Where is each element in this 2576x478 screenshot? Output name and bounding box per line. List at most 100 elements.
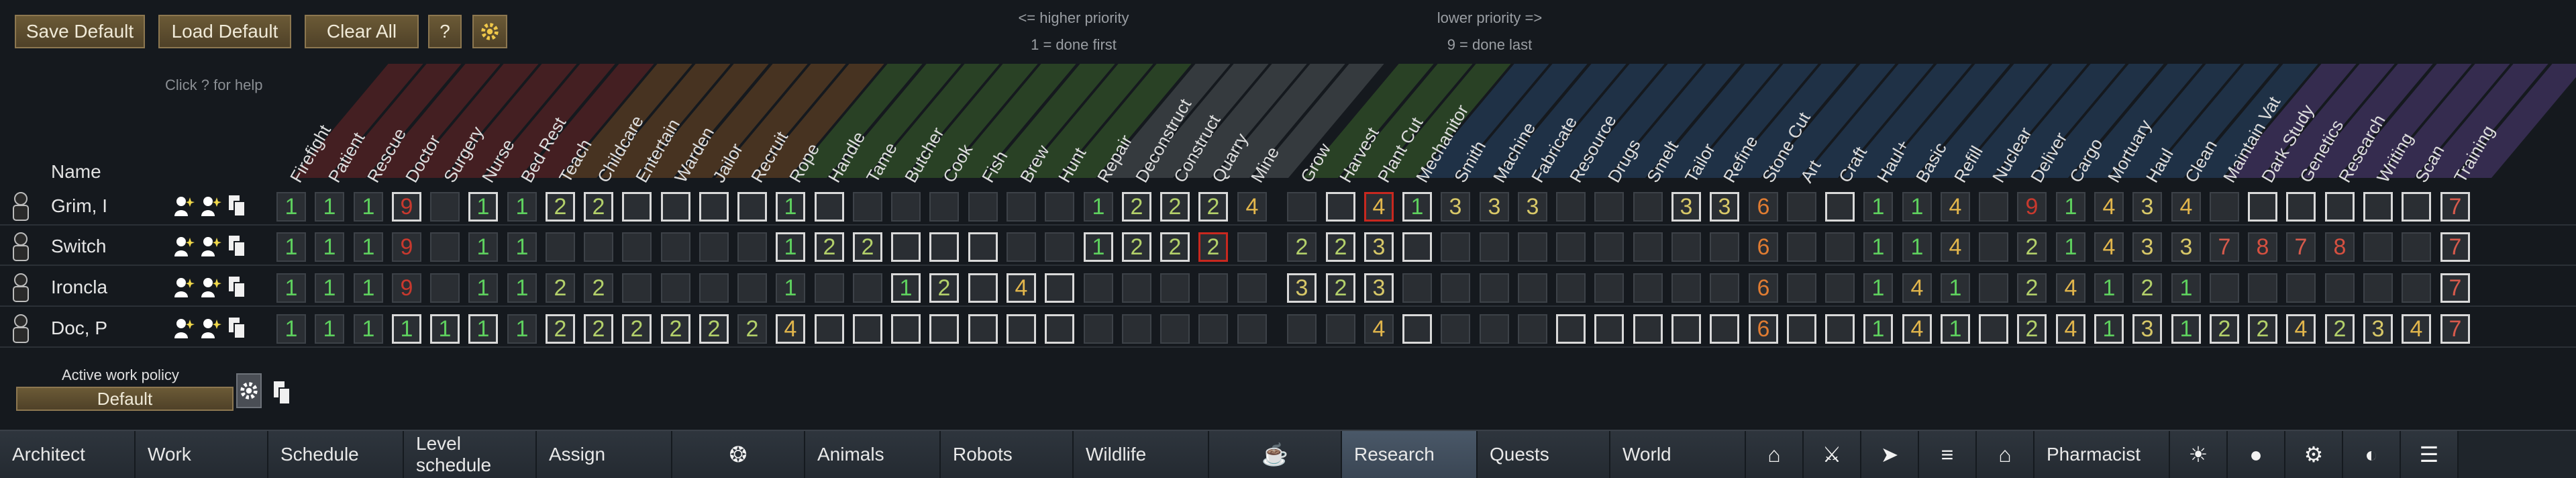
work-priority-cell[interactable] xyxy=(737,232,767,262)
copy-policy-icon[interactable] xyxy=(272,380,293,407)
work-priority-cell[interactable]: 2 xyxy=(1198,192,1228,222)
work-priority-cell[interactable]: 1 xyxy=(276,192,306,222)
assign-pawn-icon[interactable] xyxy=(173,235,195,258)
work-priority-cell[interactable] xyxy=(2363,232,2393,262)
copy-icon[interactable] xyxy=(228,276,250,299)
tab-world[interactable]: World xyxy=(1610,431,1746,478)
work-priority-cell[interactable]: 1 xyxy=(276,273,306,303)
work-priority-cell[interactable]: 4 xyxy=(2094,232,2124,262)
tab-animals[interactable]: Animals xyxy=(805,431,941,478)
work-priority-cell[interactable] xyxy=(891,314,921,344)
work-priority-cell[interactable]: 2 xyxy=(815,232,844,262)
work-priority-cell[interactable]: 3 xyxy=(2132,314,2162,344)
work-priority-cell[interactable] xyxy=(1518,232,1547,262)
work-priority-cell[interactable]: 3 xyxy=(2171,232,2201,262)
work-priority-cell[interactable]: 7 xyxy=(2440,192,2470,222)
work-priority-cell[interactable]: 2 xyxy=(2017,314,2047,344)
work-priority-cell[interactable] xyxy=(1787,273,1816,303)
tab-schedule[interactable]: Schedule xyxy=(268,431,404,478)
work-priority-cell[interactable] xyxy=(1441,314,1470,344)
work-priority-cell[interactable]: 4 xyxy=(1007,273,1036,303)
work-priority-cell[interactable]: 2 xyxy=(2248,314,2277,344)
work-priority-cell[interactable]: 2 xyxy=(1122,192,1151,222)
policy-dropdown[interactable]: Default xyxy=(16,387,234,411)
policy-settings-button[interactable] xyxy=(236,373,262,408)
work-priority-cell[interactable] xyxy=(2210,273,2239,303)
work-priority-cell[interactable]: 7 xyxy=(2286,232,2316,262)
work-priority-cell[interactable]: 1 xyxy=(1941,314,1970,344)
work-priority-cell[interactable] xyxy=(2363,192,2393,222)
work-priority-cell[interactable] xyxy=(622,192,652,222)
pawn-avatar[interactable] xyxy=(9,313,32,344)
work-priority-cell[interactable] xyxy=(1160,314,1190,344)
work-priority-cell[interactable]: 6 xyxy=(1749,314,1778,344)
work-priority-cell[interactable] xyxy=(1633,192,1663,222)
work-priority-cell[interactable]: 1 xyxy=(315,273,344,303)
work-priority-cell[interactable]: 4 xyxy=(1902,273,1932,303)
work-priority-cell[interactable]: 2 xyxy=(1198,232,1228,262)
work-priority-cell[interactable]: 1 xyxy=(1084,192,1113,222)
work-priority-cell[interactable] xyxy=(1402,314,1432,344)
work-priority-cell[interactable] xyxy=(1326,192,1355,222)
work-priority-cell[interactable]: 2 xyxy=(584,273,613,303)
work-priority-cell[interactable] xyxy=(699,232,729,262)
work-priority-cell[interactable]: 1 xyxy=(2056,232,2085,262)
work-priority-cell[interactable] xyxy=(815,192,844,222)
work-priority-cell[interactable] xyxy=(622,273,652,303)
work-priority-cell[interactable] xyxy=(1287,192,1317,222)
work-priority-cell[interactable] xyxy=(853,273,882,303)
tab-research[interactable]: Research xyxy=(1342,431,1478,478)
work-priority-cell[interactable] xyxy=(1480,232,1509,262)
work-priority-cell[interactable] xyxy=(430,273,460,303)
tab-book-icon[interactable]: ≡ xyxy=(1919,431,1977,478)
work-priority-cell[interactable] xyxy=(815,273,844,303)
priority-pawn-icon[interactable] xyxy=(200,195,221,218)
work-priority-cell[interactable]: 1 xyxy=(2056,192,2085,222)
work-priority-cell[interactable]: 2 xyxy=(1326,273,1355,303)
work-priority-cell[interactable] xyxy=(1594,273,1624,303)
work-priority-cell[interactable]: 2 xyxy=(1326,232,1355,262)
work-priority-cell[interactable] xyxy=(699,273,729,303)
work-priority-cell[interactable] xyxy=(1671,273,1701,303)
work-priority-cell[interactable]: 1 xyxy=(354,314,383,344)
work-priority-cell[interactable] xyxy=(1594,314,1624,344)
work-priority-cell[interactable]: 3 xyxy=(2363,314,2393,344)
work-priority-cell[interactable]: 1 xyxy=(891,273,921,303)
work-priority-cell[interactable]: 2 xyxy=(2210,314,2239,344)
work-priority-cell[interactable]: 1 xyxy=(1863,192,1893,222)
priority-pawn-icon[interactable] xyxy=(200,317,221,340)
work-priority-cell[interactable]: 1 xyxy=(315,192,344,222)
work-priority-cell[interactable]: 1 xyxy=(1902,192,1932,222)
work-priority-cell[interactable] xyxy=(1402,273,1432,303)
work-priority-cell[interactable]: 4 xyxy=(2171,192,2201,222)
work-priority-cell[interactable]: 2 xyxy=(1122,232,1151,262)
work-priority-cell[interactable] xyxy=(584,232,613,262)
work-priority-cell[interactable] xyxy=(1007,314,1036,344)
work-priority-cell[interactable] xyxy=(2325,273,2355,303)
work-priority-cell[interactable]: 9 xyxy=(2017,192,2047,222)
work-priority-cell[interactable] xyxy=(2210,192,2239,222)
work-priority-cell[interactable] xyxy=(1237,273,1267,303)
work-priority-cell[interactable] xyxy=(1825,314,1855,344)
work-priority-cell[interactable] xyxy=(1825,273,1855,303)
work-priority-cell[interactable] xyxy=(2248,192,2277,222)
work-priority-cell[interactable]: 3 xyxy=(1287,273,1317,303)
work-priority-cell[interactable]: 1 xyxy=(276,232,306,262)
work-priority-cell[interactable]: 1 xyxy=(507,273,537,303)
work-priority-cell[interactable]: 1 xyxy=(507,232,537,262)
work-priority-cell[interactable] xyxy=(1979,273,2008,303)
tab-pharmacist[interactable]: Pharmacist xyxy=(2034,431,2170,478)
work-priority-cell[interactable] xyxy=(1198,273,1228,303)
work-priority-cell[interactable]: 1 xyxy=(1902,232,1932,262)
work-priority-cell[interactable] xyxy=(1045,273,1074,303)
work-priority-cell[interactable] xyxy=(737,273,767,303)
work-priority-cell[interactable]: 2 xyxy=(546,273,575,303)
work-priority-cell[interactable] xyxy=(737,192,767,222)
tab-assign[interactable]: Assign xyxy=(537,431,672,478)
pawn-name[interactable]: Ironcla xyxy=(51,277,111,298)
work-priority-cell[interactable] xyxy=(1979,232,2008,262)
pawn-name[interactable]: Switch xyxy=(51,236,111,257)
work-priority-cell[interactable]: 1 xyxy=(468,314,498,344)
work-priority-cell[interactable]: 2 xyxy=(737,314,767,344)
work-priority-cell[interactable]: 2 xyxy=(1160,232,1190,262)
